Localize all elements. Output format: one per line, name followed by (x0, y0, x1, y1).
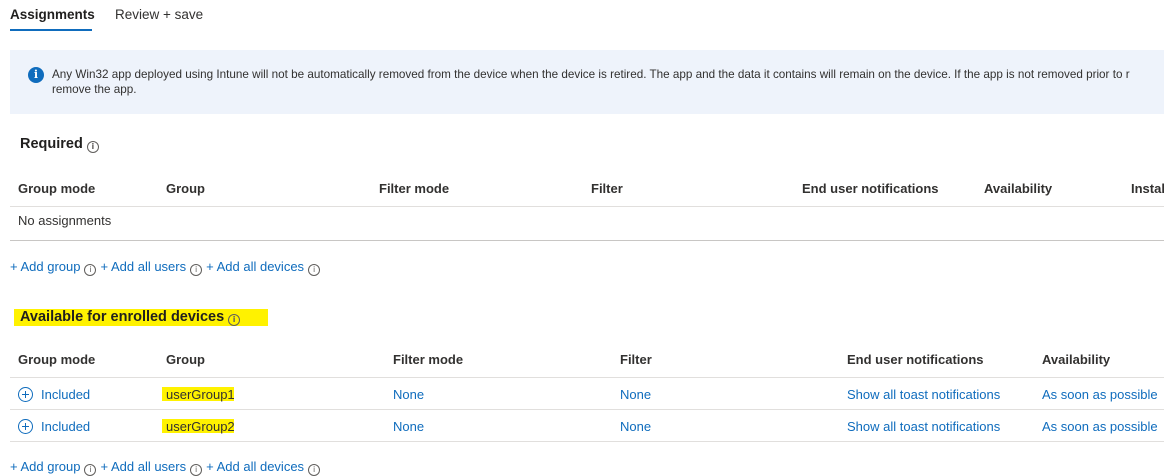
available-title-text: Available for enrolled devices (20, 309, 225, 325)
info-icon[interactable]: i (86, 141, 99, 153)
info-icon[interactable]: i (308, 464, 321, 476)
divider (10, 409, 1164, 410)
col-install: Instal (1131, 181, 1164, 196)
col-end-user-notifications: End user notifications (802, 181, 939, 196)
tab-assignments[interactable]: Assignments (10, 7, 95, 22)
col-availability: Availability (984, 181, 1053, 196)
info-icon[interactable]: i (84, 264, 97, 276)
empty-assignments-text: No assignments (18, 213, 112, 228)
info-icon[interactable]: i (308, 264, 321, 276)
info-icon: i (28, 67, 44, 83)
add-circle-icon[interactable] (18, 419, 33, 434)
group-name: userGroup1 (166, 387, 235, 402)
add-all-users-link[interactable]: + Add all users (100, 459, 186, 474)
add-all-users-link[interactable]: + Add all users (100, 259, 186, 274)
info-icon[interactable]: i (228, 314, 241, 326)
add-group-link[interactable]: + Add group (10, 259, 80, 274)
filter-link[interactable]: None (620, 387, 651, 402)
add-group-link[interactable]: + Add group (10, 459, 80, 474)
required-title-text: Required (20, 136, 83, 152)
add-circle-icon[interactable] (18, 387, 33, 402)
group-mode-included-link[interactable]: Included (41, 387, 90, 402)
add-all-devices-link[interactable]: + Add all devices (206, 459, 304, 474)
group-mode-included-link[interactable]: Included (41, 419, 90, 434)
divider (10, 377, 1164, 378)
col-group: Group (166, 352, 205, 367)
divider (10, 206, 1164, 207)
availability-link[interactable]: As soon as possible (1042, 387, 1158, 402)
col-availability: Availability (1042, 352, 1111, 367)
available-section-title: Available for enrolled devices i (20, 309, 244, 326)
notifications-link[interactable]: Show all toast notifications (847, 419, 1000, 434)
filter-link[interactable]: None (620, 419, 651, 434)
filter-mode-link[interactable]: None (393, 387, 424, 402)
required-actions: + Add group i + Add all users i + Add all de… (10, 259, 324, 276)
available-actions: + Add group i + Add all users i + Add all de… (10, 459, 324, 476)
required-section-title: Required i (20, 136, 103, 153)
add-all-devices-link[interactable]: + Add all devices (206, 259, 304, 274)
banner-text: Any Win32 app deployed using Intune will… (52, 68, 1130, 96)
col-end-user-notifications: End user notifications (847, 352, 984, 367)
info-icon[interactable]: i (190, 464, 203, 476)
col-group-mode: Group mode (18, 181, 96, 196)
col-group-mode: Group mode (18, 352, 96, 367)
info-icon[interactable]: i (190, 264, 203, 276)
divider (10, 240, 1164, 241)
col-filter-mode: Filter mode (393, 352, 464, 367)
tab-review-save[interactable]: Review + save (115, 7, 203, 22)
col-filter: Filter (620, 352, 652, 367)
filter-mode-link[interactable]: None (393, 419, 424, 434)
notifications-link[interactable]: Show all toast notifications (847, 387, 1000, 402)
divider (10, 441, 1164, 442)
info-banner: i Any Win32 app deployed using Intune wi… (10, 50, 1164, 114)
active-tab-indicator (10, 29, 92, 31)
col-filter: Filter (591, 181, 623, 196)
availability-link[interactable]: As soon as possible (1042, 419, 1158, 434)
col-group: Group (166, 181, 205, 196)
info-icon[interactable]: i (84, 464, 97, 476)
col-filter-mode: Filter mode (379, 181, 450, 196)
group-name: userGroup2 (166, 419, 235, 434)
